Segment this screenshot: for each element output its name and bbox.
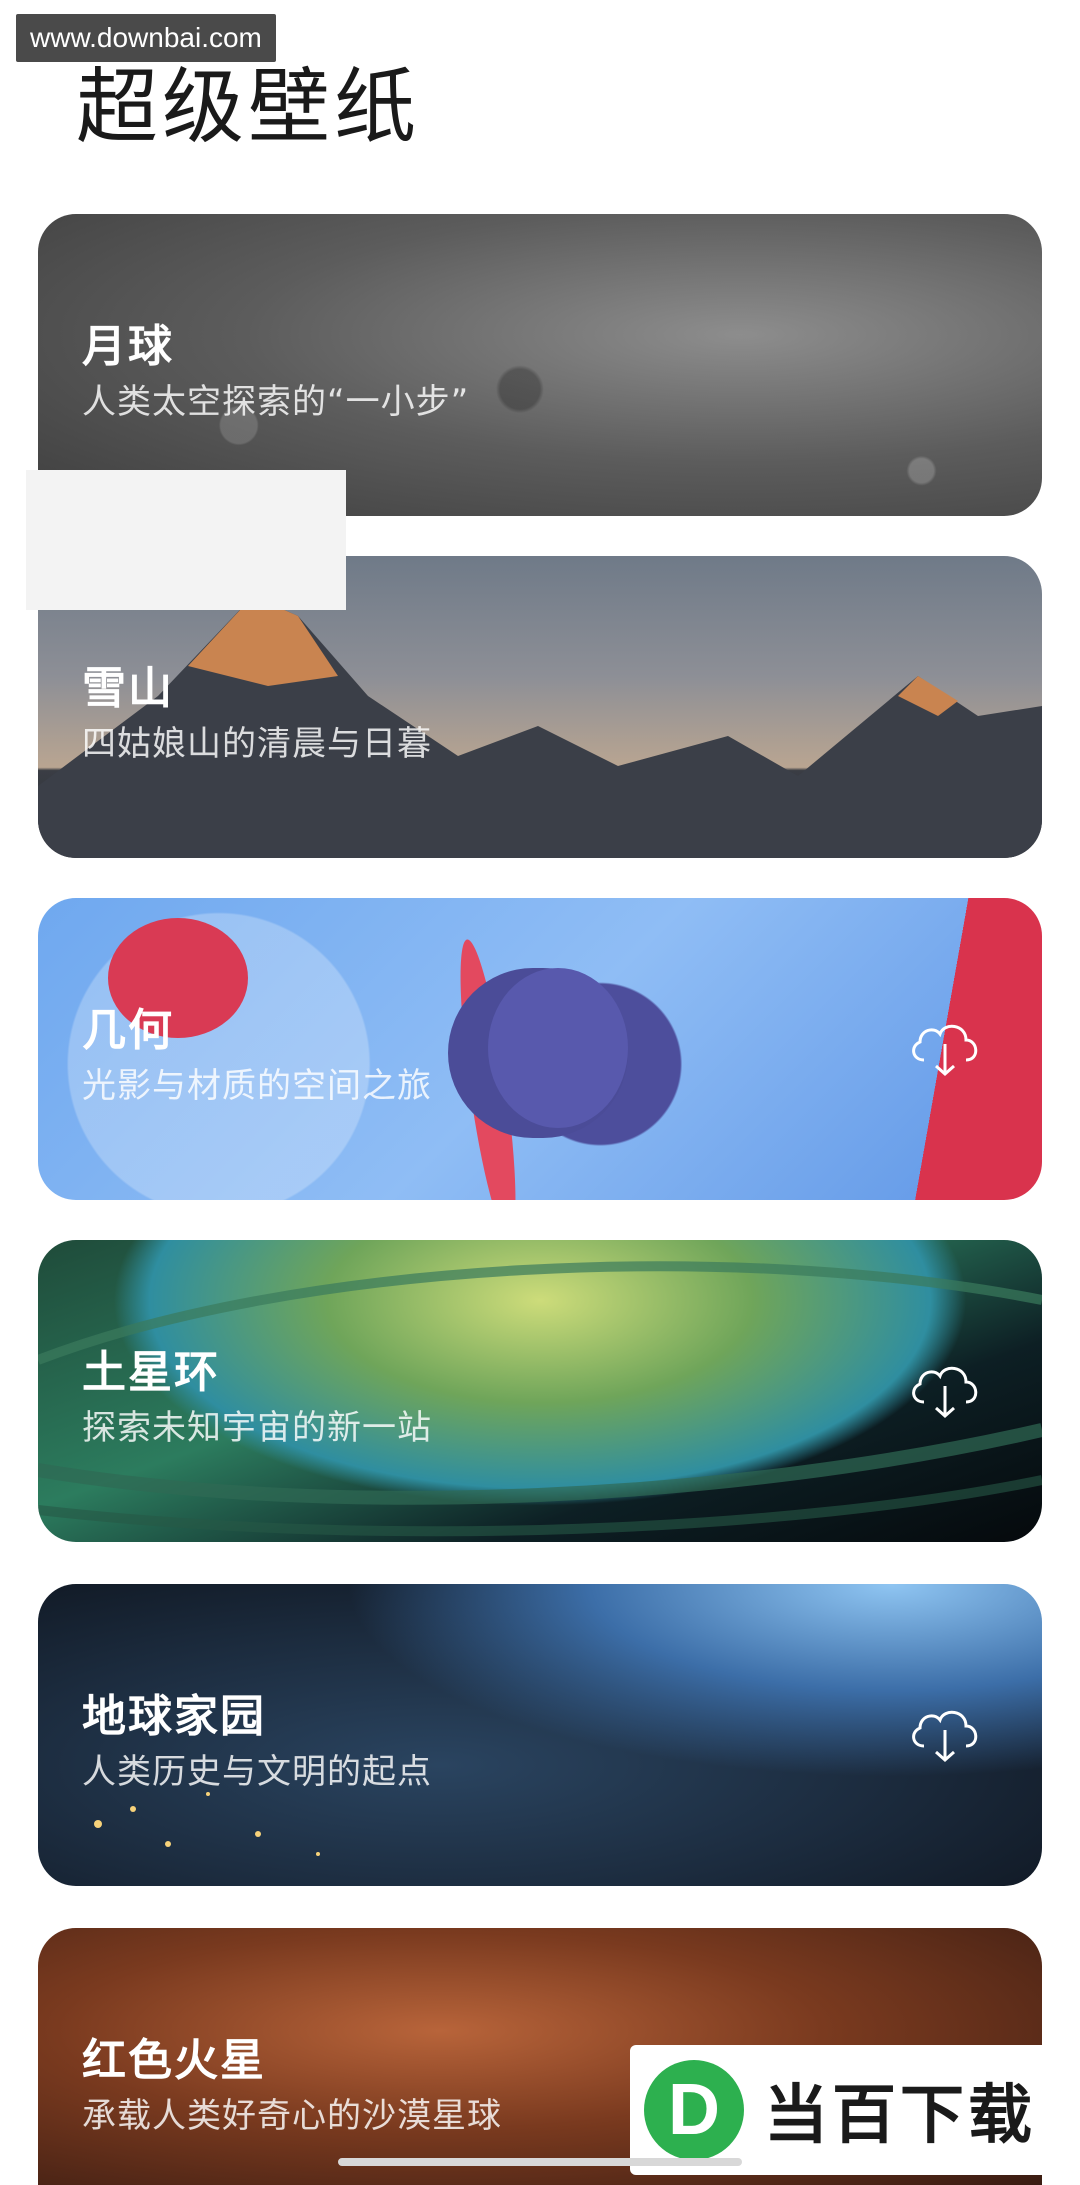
card-title: 地球家园 (82, 1691, 266, 1742)
card-subtitle: 探索未知宇宙的新一站 (82, 1408, 432, 1448)
card-title: 红色火星 (82, 2035, 266, 2086)
cloud-download-icon[interactable] (906, 1702, 984, 1766)
card-title: 几何 (82, 1005, 174, 1056)
wallpaper-card-saturn[interactable]: 土星环 探索未知宇宙的新一站 (38, 1240, 1042, 1542)
wallpaper-card-earth[interactable]: 地球家园 人类历史与文明的起点 (38, 1584, 1042, 1886)
card-title: 雪山 (82, 663, 174, 714)
card-subtitle: 光影与材质的空间之旅 (82, 1066, 432, 1106)
blurred-overlay (26, 470, 346, 610)
geometry-illustration (108, 918, 628, 1200)
home-indicator[interactable] (338, 2158, 742, 2166)
wallpaper-card-geometry[interactable]: 几何 光影与材质的空间之旅 (38, 898, 1042, 1200)
logo-mark: D (644, 2060, 744, 2160)
cloud-download-icon[interactable] (906, 1358, 984, 1422)
card-subtitle: 四姑娘山的清晨与日暮 (82, 724, 432, 764)
card-subtitle: 承载人类好奇心的沙漠星球 (82, 2096, 502, 2136)
site-logo: D 当百下载 (630, 2045, 1050, 2175)
card-subtitle: 人类太空探索的“一小步” (82, 382, 470, 422)
card-subtitle: 人类历史与文明的起点 (82, 1752, 432, 1792)
page-title: 超级壁纸 (76, 60, 421, 155)
card-title: 月球 (82, 321, 174, 372)
card-title: 土星环 (82, 1347, 220, 1398)
logo-text: 当百下载 (764, 2079, 1036, 2153)
cloud-download-icon[interactable] (906, 1016, 984, 1080)
